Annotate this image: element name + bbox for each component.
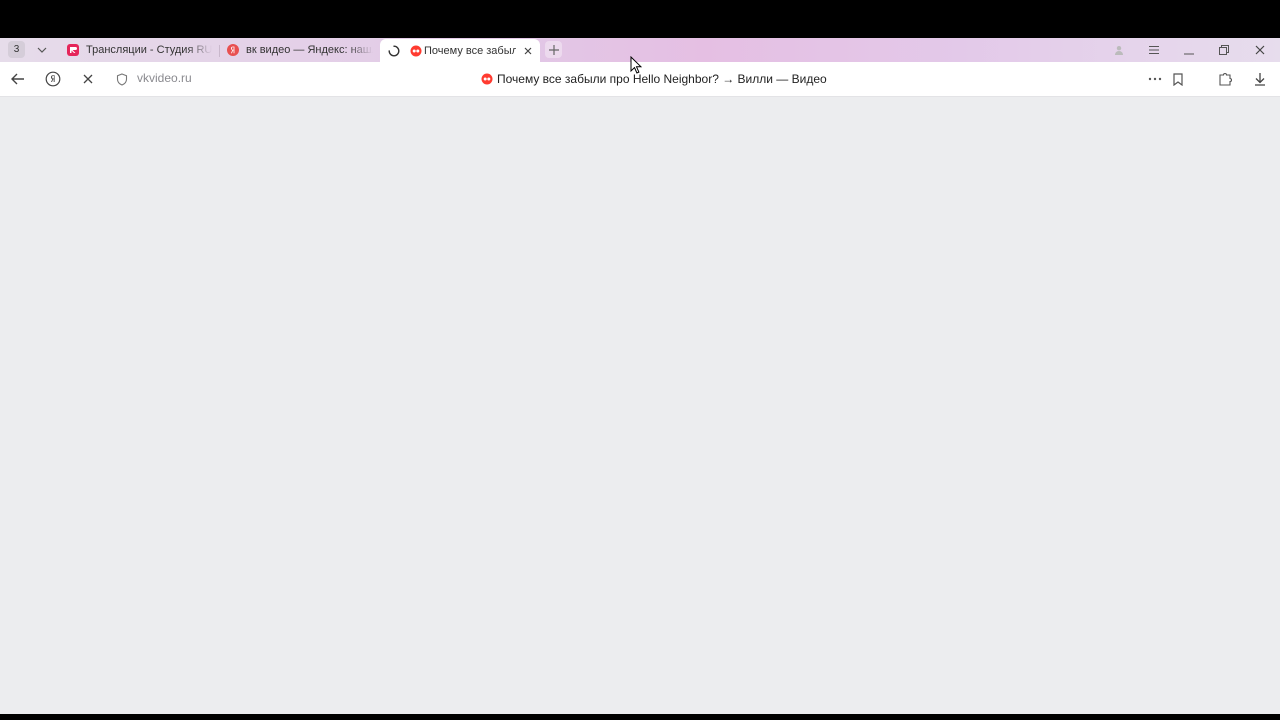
- page-content[interactable]: [0, 97, 1280, 714]
- bookmark-button[interactable]: [1168, 69, 1188, 89]
- yandex-logo-icon: [45, 71, 61, 87]
- tab-vk-video[interactable]: Почему все забыли про Hello Neighbor? → …: [380, 39, 540, 62]
- address-domain[interactable]: vkvideo.ru: [137, 71, 192, 85]
- profile-button[interactable]: [1109, 40, 1129, 60]
- back-button[interactable]: [8, 69, 28, 89]
- hamburger-menu-icon: [1149, 46, 1159, 54]
- yandex-favicon-icon: [227, 44, 239, 56]
- tab-close-button[interactable]: [522, 45, 534, 57]
- tab-counter[interactable]: 3: [8, 41, 25, 58]
- more-horizontal-icon: [1148, 77, 1162, 81]
- tab-label: Трансляции - Студия RUTUBE: [86, 44, 212, 56]
- minimize-icon: [1184, 53, 1194, 55]
- tab-list-button[interactable]: [33, 41, 51, 59]
- vk-video-favicon-icon: [481, 73, 493, 85]
- menu-button[interactable]: [1144, 40, 1164, 60]
- restore-icon: [1219, 45, 1229, 55]
- page-title: Почему все забыли про Hello Neighbor? → …: [497, 72, 827, 86]
- close-window-button[interactable]: [1250, 40, 1270, 60]
- stop-loading-button[interactable]: [78, 69, 98, 89]
- screen-top-bar: [0, 0, 1280, 38]
- rutube-favicon-icon: [67, 44, 79, 56]
- mouse-cursor-icon: [630, 56, 642, 74]
- tab-yandex[interactable]: вк видео — Яндекс: нашлось: [227, 40, 373, 60]
- minimize-button[interactable]: [1179, 40, 1199, 60]
- tab-rutube[interactable]: Трансляции - Студия RUTUBE: [67, 40, 212, 60]
- bookmark-icon: [1173, 72, 1183, 86]
- arrow-left-icon: [11, 73, 24, 85]
- tab-label: вк видео — Яндекс: нашлось: [246, 44, 373, 56]
- shield-icon: [116, 72, 128, 86]
- vk-video-favicon-icon: [410, 45, 422, 56]
- profile-icon: [1115, 46, 1123, 55]
- yandex-home-button[interactable]: [43, 69, 63, 89]
- puzzle-icon: [1219, 73, 1232, 86]
- site-security-button[interactable]: [112, 69, 132, 89]
- loading-spinner-icon: [388, 45, 400, 56]
- tab-label: Почему все забыли про Hello Neighbor? → …: [424, 44, 516, 57]
- downloads-button[interactable]: [1250, 69, 1270, 89]
- plus-icon: [548, 44, 559, 55]
- chevron-down-icon: [37, 47, 47, 53]
- restore-button[interactable]: [1214, 40, 1234, 60]
- more-options-button[interactable]: [1145, 69, 1165, 89]
- close-icon: [83, 74, 93, 84]
- extensions-button[interactable]: [1215, 69, 1235, 89]
- new-tab-button[interactable]: [545, 41, 562, 58]
- close-icon: [524, 47, 532, 54]
- download-icon: [1255, 73, 1265, 86]
- address-page-title[interactable]: Почему все забыли про Hello Neighbor? → …: [481, 70, 827, 88]
- close-icon: [1255, 45, 1265, 55]
- tab-separator: [219, 45, 220, 57]
- screen-bottom-bar: [0, 714, 1280, 720]
